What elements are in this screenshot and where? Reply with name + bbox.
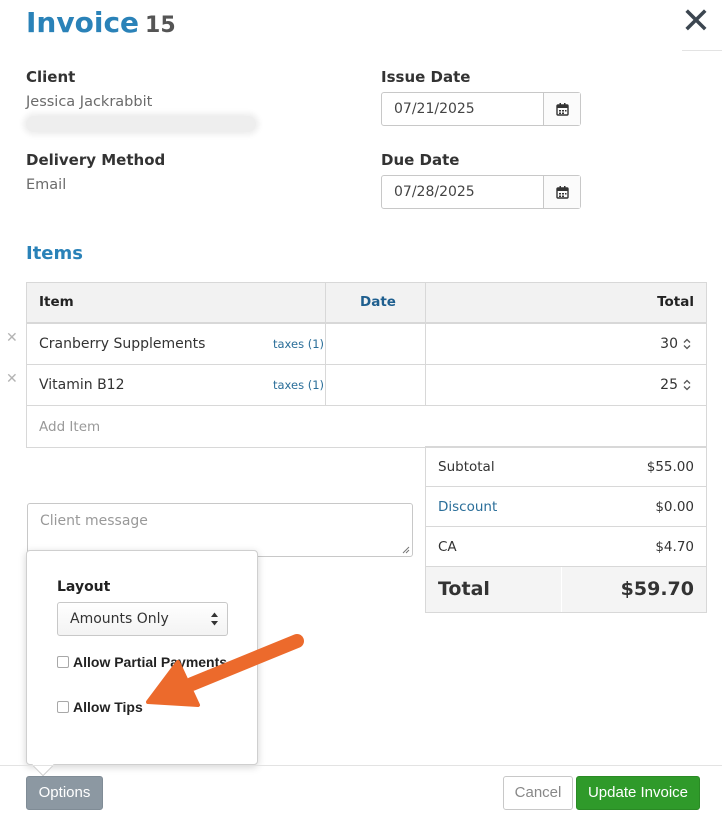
issue-date-label: Issue Date xyxy=(381,68,471,86)
subtotal-label: Subtotal xyxy=(438,459,495,475)
invoice-title: Invoice 15 xyxy=(26,6,176,39)
cancel-button[interactable]: Cancel xyxy=(503,776,573,810)
client-email-redacted xyxy=(26,116,256,132)
client-message-textarea[interactable]: Client message xyxy=(27,503,413,557)
tax-value: $4.70 xyxy=(655,539,694,555)
totals-table: Subtotal $55.00 Discount $0.00 CA $4.70 … xyxy=(425,446,707,613)
total-label: Total xyxy=(438,578,490,600)
items-section-title: Items xyxy=(26,243,83,264)
item-total[interactable]: 25 xyxy=(660,377,678,393)
column-header-total: Total xyxy=(657,294,694,310)
layout-select-value: Amounts Only xyxy=(70,611,169,627)
client-label: Client xyxy=(26,68,76,86)
close-icon[interactable]: ✕ xyxy=(680,4,712,42)
tax-label: CA xyxy=(438,539,457,555)
total-row: Total $59.70 xyxy=(426,566,706,612)
options-button[interactable]: Options xyxy=(26,776,103,810)
calendar-icon[interactable] xyxy=(543,93,580,125)
allow-partial-payments-label[interactable]: Allow Partial Payments xyxy=(73,654,227,670)
delivery-method-label: Delivery Method xyxy=(26,151,166,169)
page-title: Invoice xyxy=(26,6,140,39)
due-date-value: 07/28/2025 xyxy=(394,184,475,200)
select-arrows-icon xyxy=(211,612,218,626)
client-message-placeholder: Client message xyxy=(40,513,148,529)
issue-date-value: 07/21/2025 xyxy=(394,101,475,117)
allow-tips-label[interactable]: Allow Tips xyxy=(73,699,143,715)
layout-select[interactable]: Amounts Only xyxy=(57,602,228,636)
header-divider xyxy=(682,50,722,51)
taxes-link[interactable]: taxes (1) xyxy=(273,378,324,392)
item-name[interactable]: Vitamin B12 xyxy=(39,377,125,393)
item-name[interactable]: Cranberry Supplements xyxy=(39,336,205,352)
add-item-row[interactable]: Add Item xyxy=(27,406,706,447)
allow-partial-payments-option[interactable]: Allow Partial Payments xyxy=(57,654,227,670)
items-table-header: Item Date Total xyxy=(27,283,706,324)
allow-tips-option[interactable]: Allow Tips xyxy=(57,699,143,715)
options-popover: Layout Amounts Only Allow Partial Paymen… xyxy=(26,550,258,777)
table-row: Cranberry Supplements taxes (1) 30 xyxy=(27,324,706,365)
discount-value: $0.00 xyxy=(655,499,694,515)
delivery-method-value: Email xyxy=(26,177,67,193)
resize-handle-icon[interactable] xyxy=(402,546,410,554)
add-item-placeholder[interactable]: Add Item xyxy=(39,419,100,435)
tax-row: CA $4.70 xyxy=(426,526,706,566)
discount-link[interactable]: Discount xyxy=(438,499,497,515)
layout-label: Layout xyxy=(57,579,111,595)
calendar-icon[interactable] xyxy=(543,176,580,208)
item-total[interactable]: 30 xyxy=(660,336,678,352)
table-row: Vitamin B12 taxes (1) 25 xyxy=(27,365,706,406)
spinner-icon[interactable] xyxy=(682,337,692,351)
column-header-date[interactable]: Date xyxy=(360,283,396,322)
allow-tips-checkbox[interactable] xyxy=(57,701,69,713)
invoice-number: 15 xyxy=(145,13,176,38)
update-invoice-button[interactable]: Update Invoice xyxy=(576,776,700,810)
items-table: Item Date Total Cranberry Supplements ta… xyxy=(26,282,707,448)
due-date-label: Due Date xyxy=(381,151,460,169)
subtotal-value: $55.00 xyxy=(646,459,694,475)
client-name: Jessica Jackrabbit xyxy=(26,94,153,110)
discount-row: Discount $0.00 xyxy=(426,486,706,526)
spinner-icon[interactable] xyxy=(682,378,692,392)
taxes-link[interactable]: taxes (1) xyxy=(273,337,324,351)
due-date-input[interactable]: 07/28/2025 xyxy=(381,175,581,209)
footer-divider xyxy=(0,765,722,766)
allow-partial-payments-checkbox[interactable] xyxy=(57,656,69,668)
issue-date-input[interactable]: 07/21/2025 xyxy=(381,92,581,126)
remove-icon[interactable]: ✕ xyxy=(6,330,18,346)
subtotal-row: Subtotal $55.00 xyxy=(426,446,706,486)
column-header-item: Item xyxy=(39,294,74,310)
total-value: $59.70 xyxy=(620,578,694,600)
remove-icon[interactable]: ✕ xyxy=(6,371,18,387)
